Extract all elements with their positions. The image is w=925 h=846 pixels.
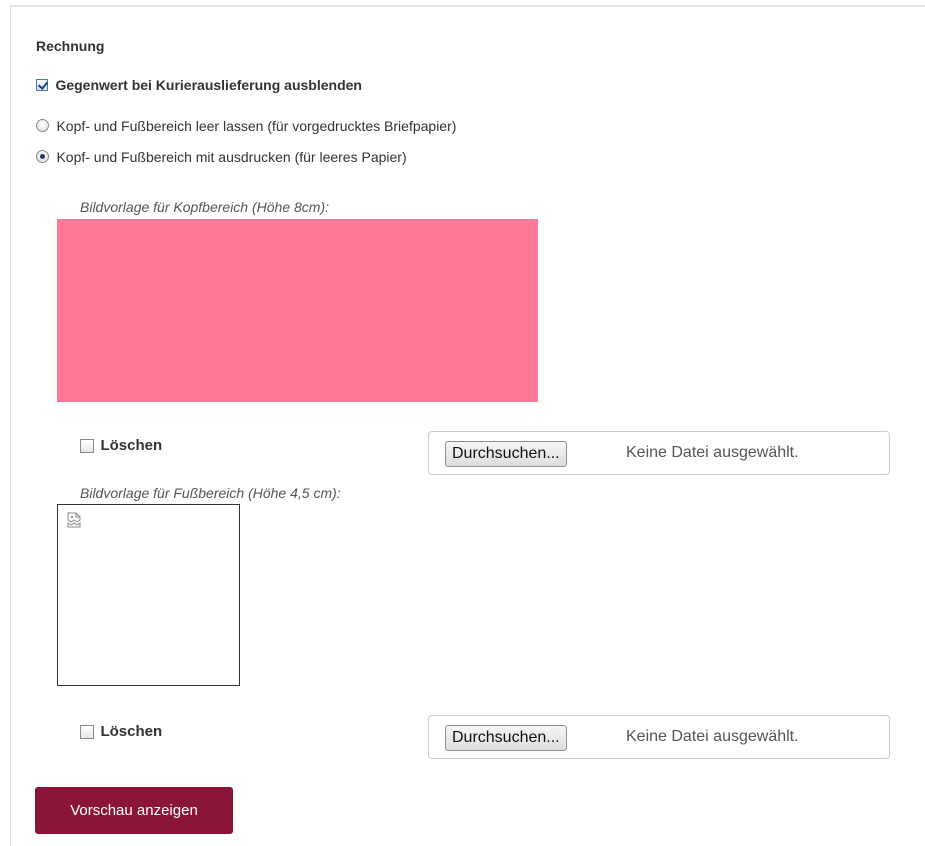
- header-image-preview: [57, 219, 538, 402]
- footer-image-preview: [57, 504, 240, 686]
- footer-delete-checkbox[interactable]: [80, 724, 94, 739]
- header-file-input[interactable]: Durchsuchen... Keine Datei ausgewählt.: [428, 431, 890, 475]
- footer-delete-label: Löschen: [100, 723, 163, 741]
- radio-blank-button[interactable]: [36, 119, 49, 133]
- hide-courier-value-option[interactable]: Gegenwert bei Kurierauslieferung ausblen…: [36, 76, 362, 94]
- header-browse-button[interactable]: Durchsuchen...: [445, 441, 567, 467]
- footer-image-label: Bildvorlage für Fußbereich (Höhe 4,5 cm)…: [80, 485, 341, 501]
- header-image-label: Bildvorlage für Kopfbereich (Höhe 8cm):: [80, 199, 330, 215]
- radio-option-print[interactable]: Kopf- und Fußbereich mit ausdrucken (für…: [36, 148, 407, 166]
- footer-delete-option[interactable]: Löschen: [80, 723, 162, 741]
- header-file-status: Keine Datei ausgewählt.: [626, 444, 799, 461]
- preview-button[interactable]: Vorschau anzeigen: [35, 787, 233, 834]
- header-delete-checkbox[interactable]: [80, 438, 94, 453]
- section-title: Rechnung: [36, 38, 105, 54]
- radio-option-blank[interactable]: Kopf- und Fußbereich leer lassen (für vo…: [36, 117, 456, 135]
- footer-file-input[interactable]: Durchsuchen... Keine Datei ausgewählt.: [428, 715, 890, 759]
- footer-browse-button[interactable]: Durchsuchen...: [445, 725, 567, 751]
- hide-courier-value-checkbox[interactable]: [36, 78, 48, 91]
- header-delete-label: Löschen: [100, 437, 163, 455]
- radio-print-label: Kopf- und Fußbereich mit ausdrucken (für…: [56, 148, 407, 165]
- hide-courier-value-label: Gegenwert bei Kurierauslieferung ausblen…: [55, 76, 362, 93]
- footer-file-status: Keine Datei ausgewählt.: [626, 728, 799, 745]
- radio-print-button[interactable]: [36, 150, 49, 164]
- broken-image-icon: [67, 512, 81, 528]
- header-delete-option[interactable]: Löschen: [80, 437, 162, 455]
- radio-blank-label: Kopf- und Fußbereich leer lassen (für vo…: [56, 117, 457, 134]
